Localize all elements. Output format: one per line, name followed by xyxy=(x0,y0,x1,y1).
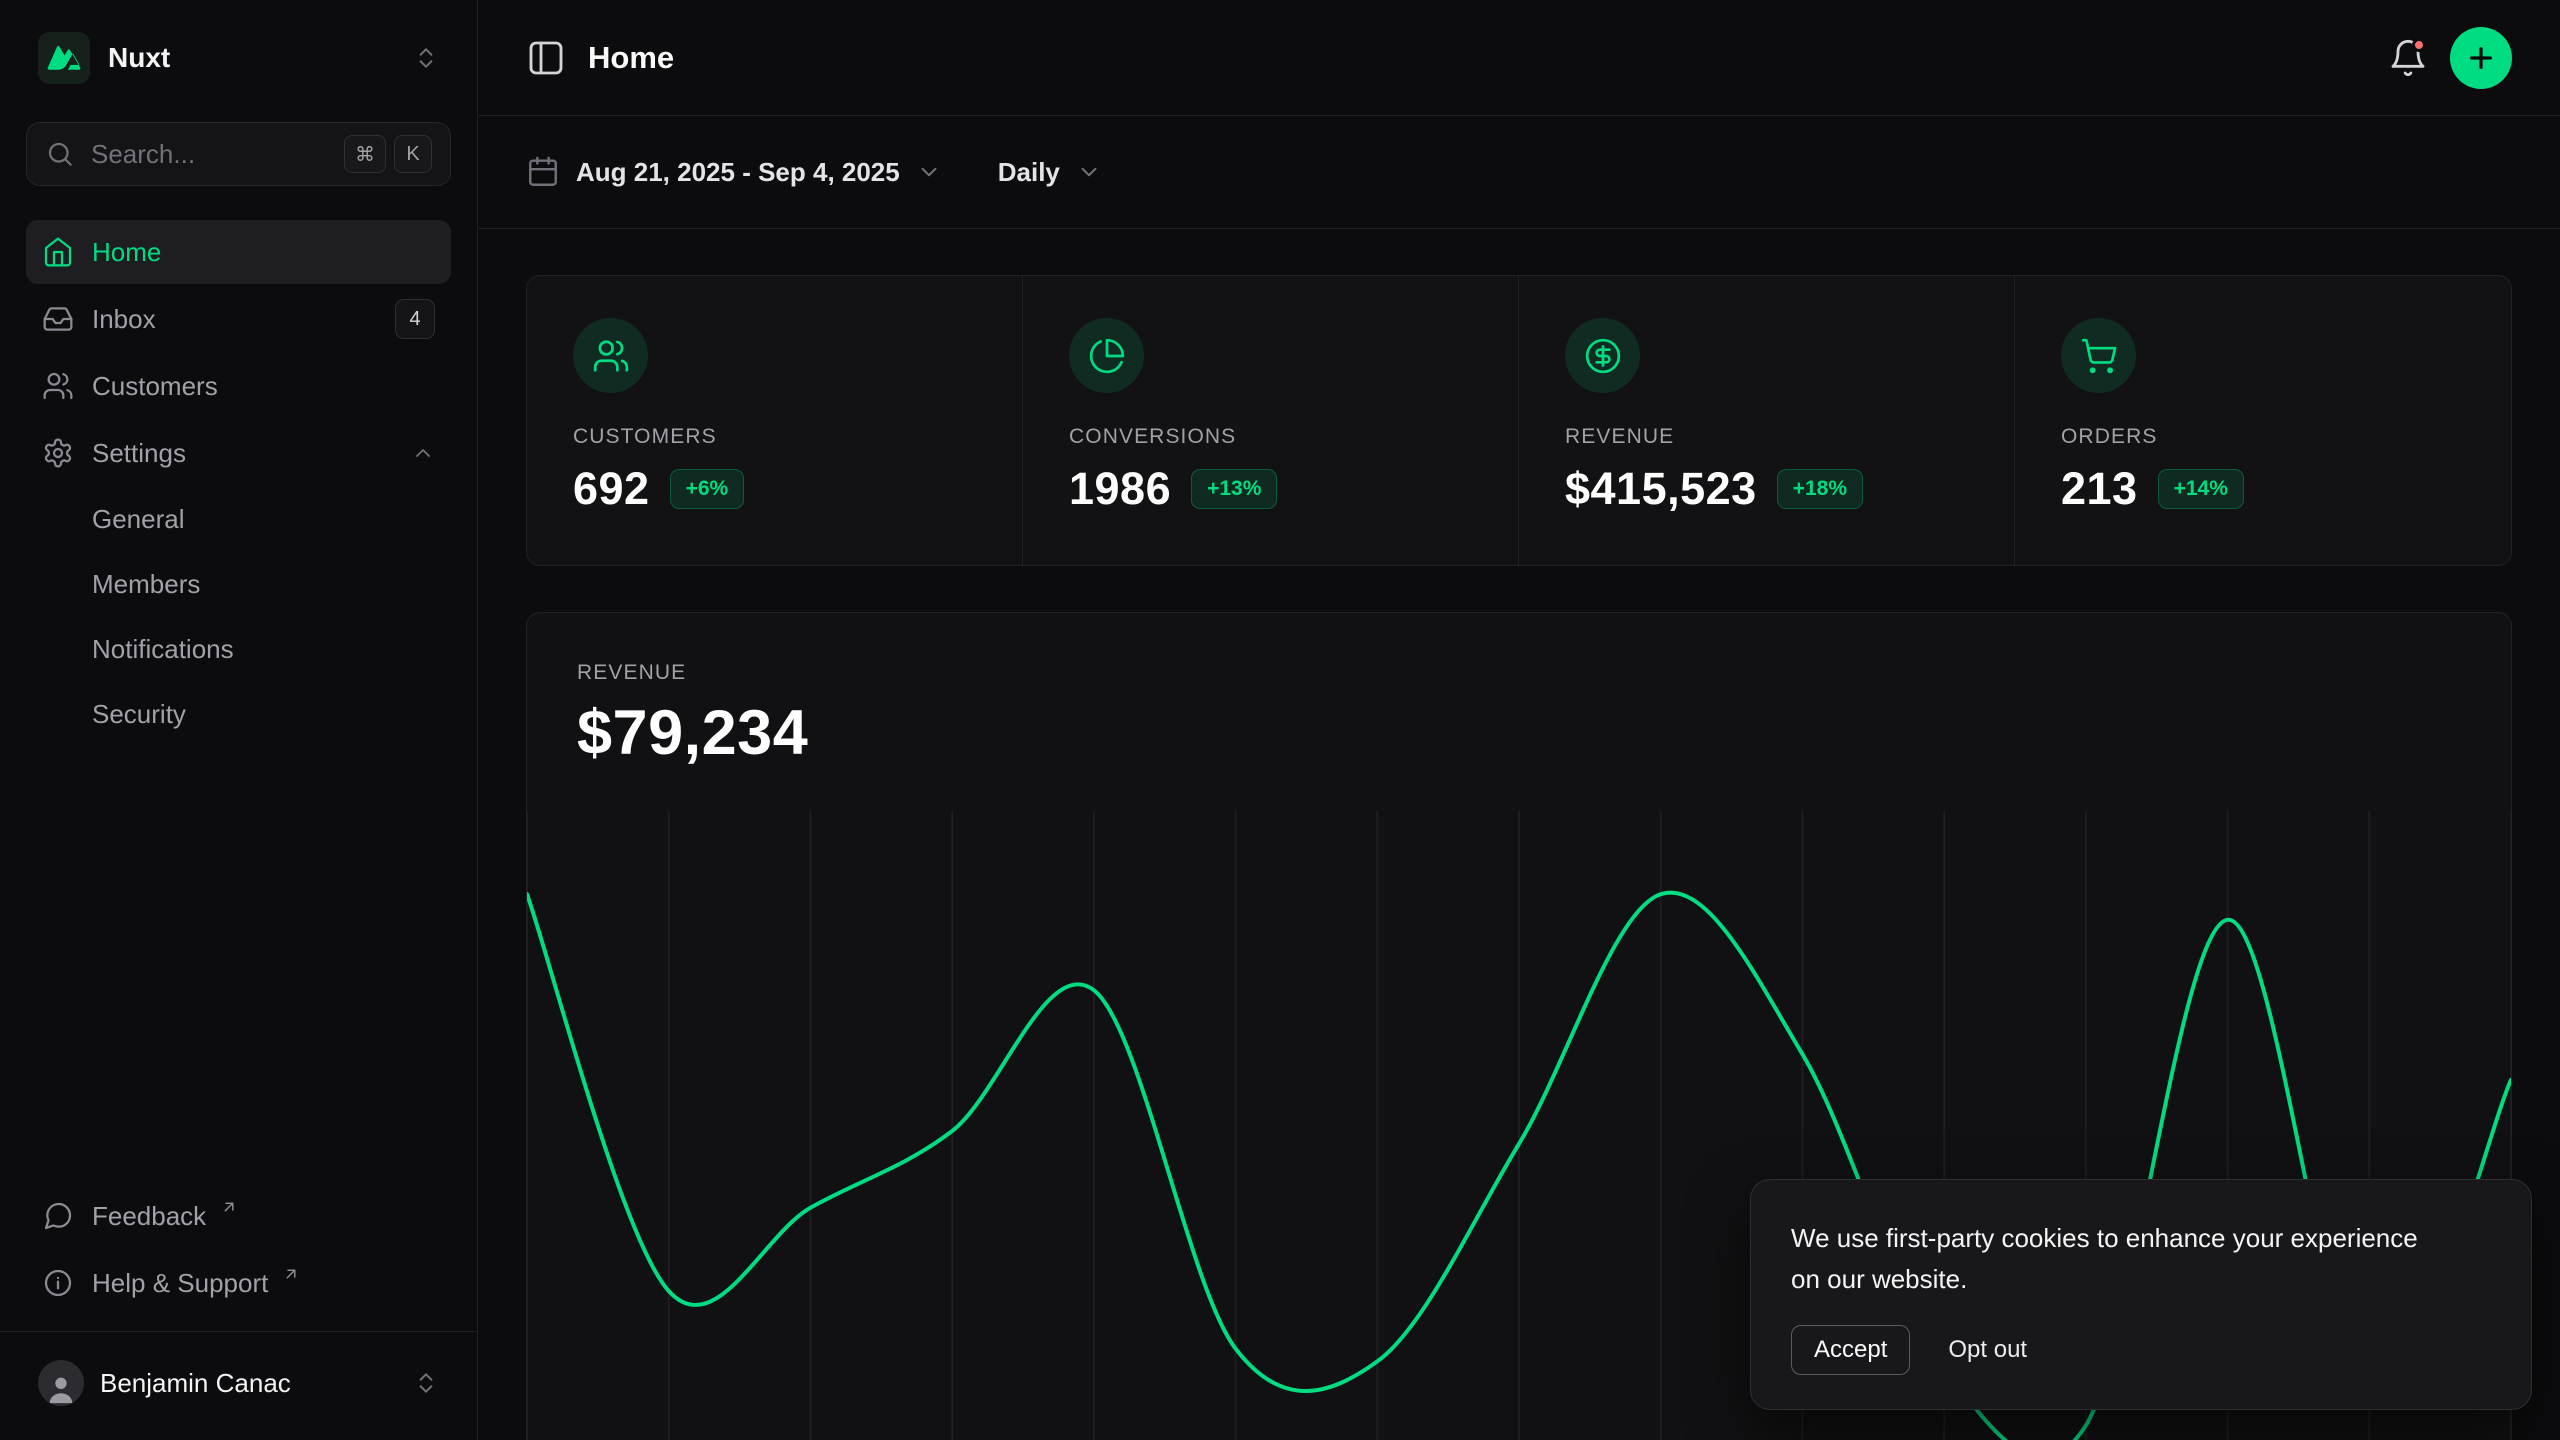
workspace-switcher[interactable]: Nuxt xyxy=(26,22,451,94)
stat-label: ORDERS xyxy=(2061,425,2465,449)
stat-delta-badge: +13% xyxy=(1191,469,1277,509)
kbd-cmd: ⌘ xyxy=(344,135,386,173)
search-placeholder: Search... xyxy=(91,139,195,170)
sidebar-item-inbox[interactable]: Inbox 4 xyxy=(26,287,451,351)
topbar: Home xyxy=(478,0,2560,116)
stat-delta-badge: +14% xyxy=(2158,469,2244,509)
chat-icon xyxy=(42,1200,74,1232)
main-area: Home Aug 21, 2025 - Sep 4, 2025 Daily xyxy=(478,0,2560,1440)
revenue-total: $79,234 xyxy=(577,697,2461,769)
search-shortcut: ⌘ K xyxy=(344,135,432,173)
stat-conversions: CONVERSIONS 1986 +13% xyxy=(1023,276,1519,565)
help-support-label: Help & Support xyxy=(92,1268,268,1299)
sidebar-item-settings[interactable]: Settings xyxy=(26,421,451,485)
sidebar-item-label: Customers xyxy=(92,371,218,402)
stat-value: 1986 xyxy=(1069,463,1171,515)
stat-customers: CUSTOMERS 692 +6% xyxy=(527,276,1023,565)
dashboard-page: Nuxt Search... ⌘ K Home xyxy=(0,0,2560,1440)
sidebar-subitem-label: Members xyxy=(92,569,200,600)
notifications-button[interactable] xyxy=(2388,38,2428,78)
users-icon xyxy=(42,370,74,402)
cookie-accept-button[interactable]: Accept xyxy=(1791,1325,1910,1375)
circle-dollar-icon xyxy=(1565,318,1640,393)
stat-value: $415,523 xyxy=(1565,463,1757,515)
chevron-down-icon xyxy=(1076,159,1102,185)
search-input[interactable]: Search... ⌘ K xyxy=(26,122,451,186)
date-range-label: Aug 21, 2025 - Sep 4, 2025 xyxy=(576,157,900,188)
home-icon xyxy=(42,236,74,268)
stat-value: 692 xyxy=(573,463,650,515)
cart-icon xyxy=(2061,318,2136,393)
stat-label: CUSTOMERS xyxy=(573,425,976,449)
help-support-link[interactable]: Help & Support xyxy=(26,1251,451,1315)
search-icon xyxy=(45,139,75,169)
stat-delta-badge: +18% xyxy=(1777,469,1863,509)
date-range-picker[interactable]: Aug 21, 2025 - Sep 4, 2025 xyxy=(526,155,942,189)
stat-orders: ORDERS 213 +14% xyxy=(2015,276,2511,565)
calendar-icon xyxy=(526,155,560,189)
chevrons-up-down-icon xyxy=(413,45,439,71)
nuxt-logo xyxy=(38,32,90,84)
revenue-card-header: REVENUE $79,234 xyxy=(527,613,2511,769)
sidebar-item-members[interactable]: Members xyxy=(26,553,451,615)
interval-label: Daily xyxy=(998,157,1060,188)
panel-left-icon[interactable] xyxy=(526,38,566,78)
user-menu[interactable]: Benjamin Canac xyxy=(26,1352,451,1414)
add-button[interactable] xyxy=(2450,27,2512,89)
interval-select[interactable]: Daily xyxy=(998,157,1102,188)
sidebar-footer: Feedback Help & Support xyxy=(26,1184,451,1331)
cookie-optout-button[interactable]: Opt out xyxy=(1948,1326,2027,1374)
sidebar-item-notifications[interactable]: Notifications xyxy=(26,618,451,680)
cookie-message: We use first-party cookies to enhance yo… xyxy=(1791,1218,2451,1299)
toolbar: Aug 21, 2025 - Sep 4, 2025 Daily xyxy=(478,116,2560,229)
cookie-banner: We use first-party cookies to enhance yo… xyxy=(1750,1179,2532,1410)
sidebar-item-label: Settings xyxy=(92,438,186,469)
revenue-label: REVENUE xyxy=(577,661,2461,685)
sidebar-item-label: Home xyxy=(92,237,161,268)
sidebar-item-general[interactable]: General xyxy=(26,488,451,550)
stat-label: CONVERSIONS xyxy=(1069,425,1472,449)
workspace-name: Nuxt xyxy=(108,42,170,74)
stat-revenue: REVENUE $415,523 +18% xyxy=(1519,276,2015,565)
gear-icon xyxy=(42,437,74,469)
users-icon xyxy=(573,318,648,393)
sidebar-subitem-label: Notifications xyxy=(92,634,234,665)
sidebar-nav: Home Inbox 4 Customers Settings xyxy=(26,220,451,745)
cookie-actions: Accept Opt out xyxy=(1791,1325,2491,1375)
chevron-down-icon xyxy=(916,159,942,185)
sidebar: Nuxt Search... ⌘ K Home xyxy=(0,0,478,1440)
sidebar-item-customers[interactable]: Customers xyxy=(26,354,451,418)
notification-dot xyxy=(2412,38,2426,52)
feedback-link[interactable]: Feedback xyxy=(26,1184,451,1248)
user-name: Benjamin Canac xyxy=(100,1368,291,1399)
sidebar-item-label: Inbox xyxy=(92,304,156,335)
inbox-count-badge: 4 xyxy=(395,299,435,339)
external-link-icon xyxy=(282,1265,300,1283)
avatar xyxy=(38,1360,84,1406)
chart-pie-icon xyxy=(1069,318,1144,393)
page-title: Home xyxy=(588,40,674,76)
kbd-k: K xyxy=(394,135,432,173)
inbox-icon xyxy=(42,303,74,335)
sidebar-item-home[interactable]: Home xyxy=(26,220,451,284)
info-icon xyxy=(42,1267,74,1299)
stat-value: 213 xyxy=(2061,463,2138,515)
stats-row: CUSTOMERS 692 +6% CONVERSIONS 1986 +13% xyxy=(526,275,2512,566)
chevrons-up-down-icon xyxy=(413,1370,439,1396)
sidebar-subitem-label: General xyxy=(92,504,185,535)
sidebar-item-security[interactable]: Security xyxy=(26,683,451,745)
feedback-label: Feedback xyxy=(92,1201,206,1232)
stat-label: REVENUE xyxy=(1565,425,1968,449)
chevron-up-icon xyxy=(411,441,435,465)
external-link-icon xyxy=(220,1198,238,1216)
user-section: Benjamin Canac xyxy=(0,1331,477,1414)
stat-delta-badge: +6% xyxy=(670,469,745,509)
sidebar-subitem-label: Security xyxy=(92,699,186,730)
